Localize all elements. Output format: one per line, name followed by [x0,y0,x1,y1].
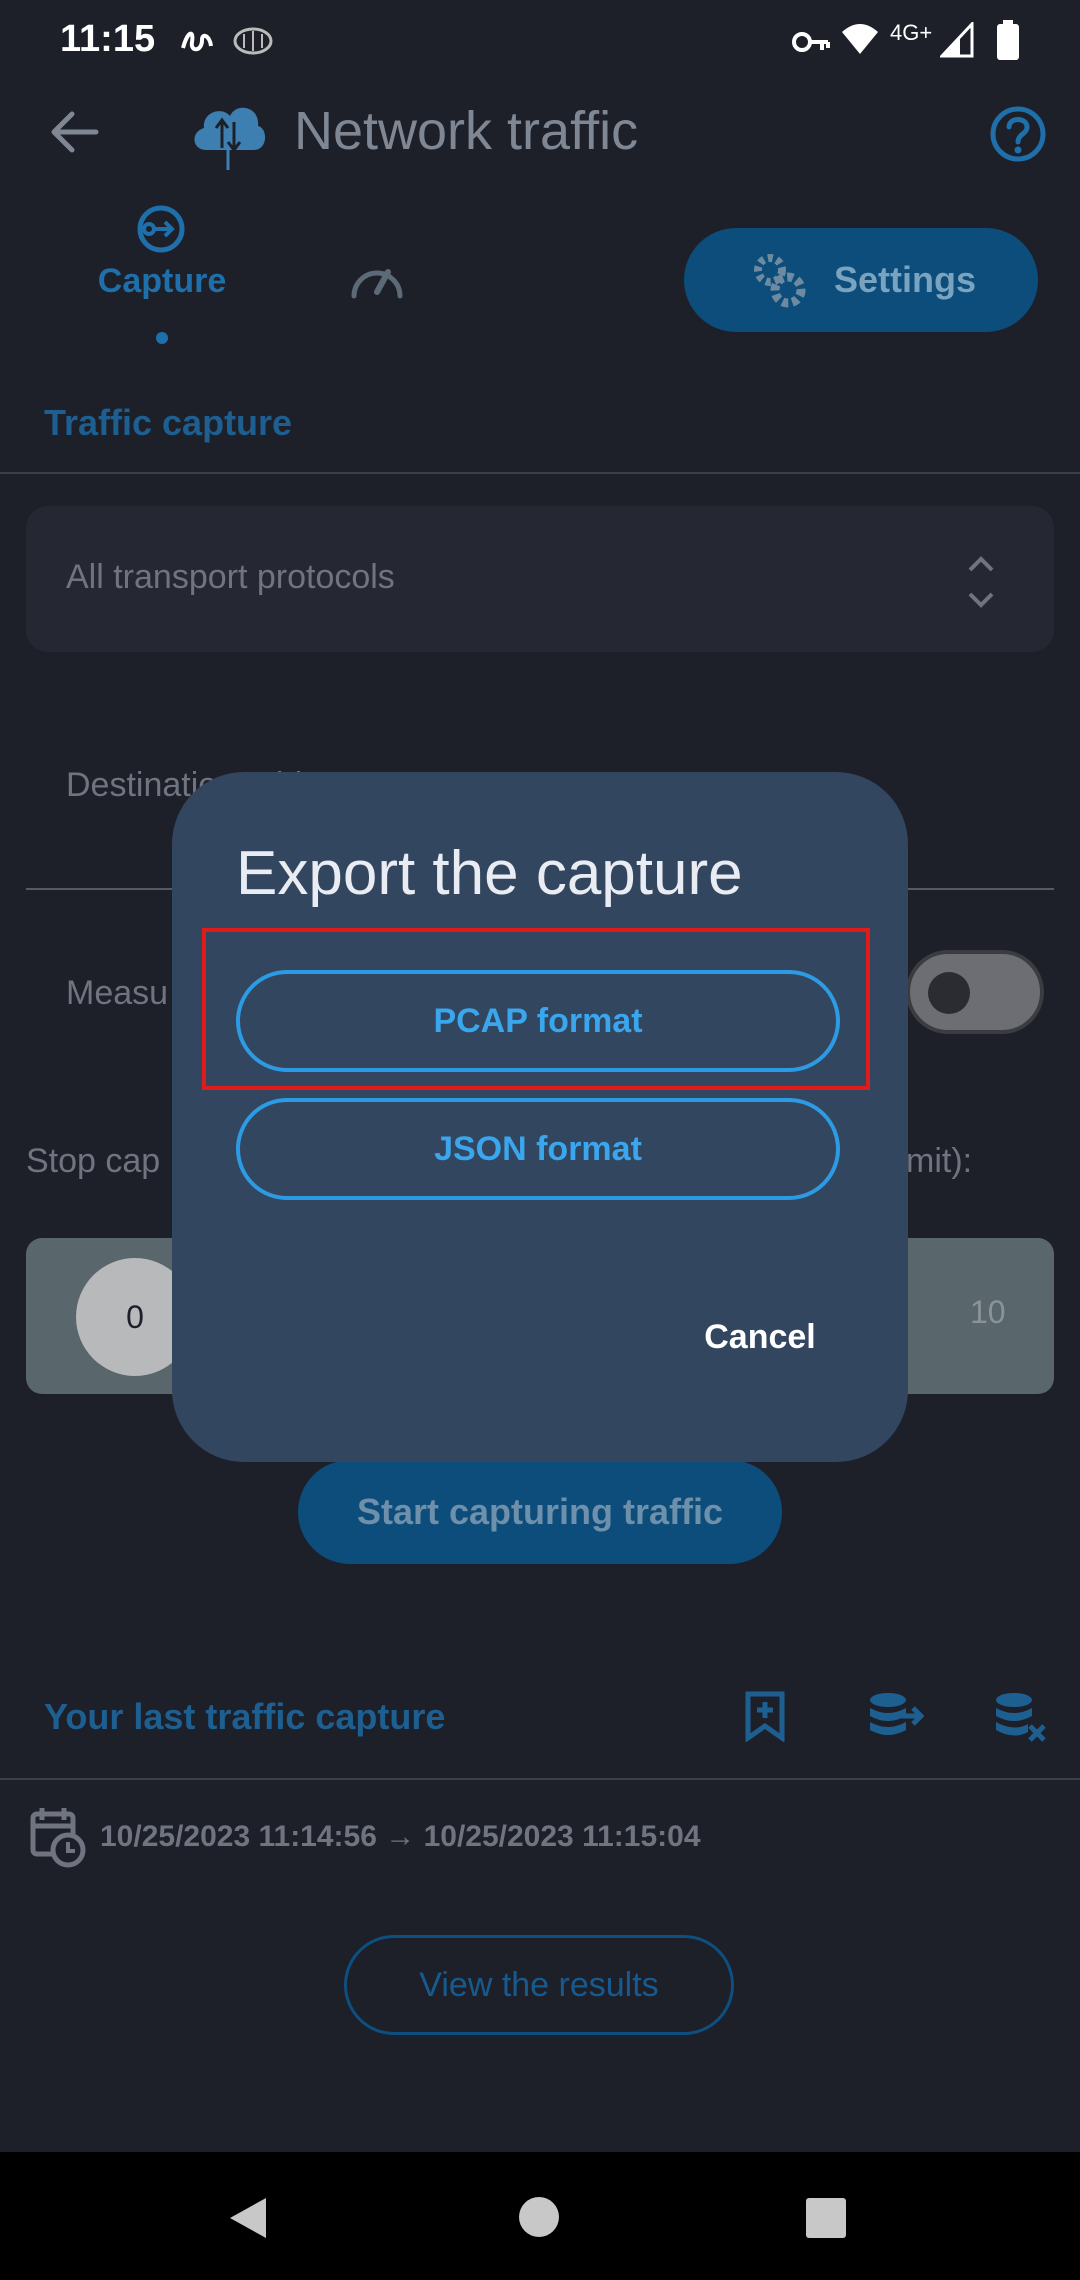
tab-indicator [156,332,168,344]
brain-icon [233,27,273,55]
network-type: 4G+ [890,20,933,45]
json-format-button[interactable]: JSON format [236,1098,840,1200]
stop-capture-label: Stop cap [26,1142,161,1180]
back-arrow-icon[interactable] [46,108,102,156]
nav-back-icon[interactable] [228,2196,268,2240]
tab-speed[interactable] [346,252,408,304]
cloud-network-icon [194,107,266,170]
nav-recents-icon[interactable] [806,2198,846,2238]
database-export-icon[interactable] [868,1690,924,1740]
section-title-last-capture: Your last traffic capture [44,1696,446,1737]
section-title-traffic-capture: Traffic capture [44,402,293,443]
cell-signal-icon [940,22,974,58]
help-icon[interactable] [988,104,1048,164]
cancel-button[interactable]: Cancel [680,1302,840,1372]
unfold-icon [968,556,994,608]
stop-capture-label-end: mit): [906,1142,973,1180]
section-divider-2 [0,1778,1080,1780]
settings-button-label: Settings [834,259,977,300]
settings-button[interactable]: Settings [684,228,1038,332]
battery-icon [997,20,1019,60]
database-remove-icon[interactable] [994,1690,1046,1742]
status-bar: 11:15 4G+ [0,0,1080,80]
vpn-key-icon [792,32,830,52]
protocol-select[interactable]: All transport protocols [26,506,1054,652]
protocol-select-value: All transport protocols [66,558,395,596]
speedometer-icon [351,269,403,299]
dialog-title: Export the capture [236,839,743,908]
last-capture-range: 10/25/2023 11:14:56 → 10/25/2023 11:15:0… [100,1820,701,1853]
highlight-box [202,928,870,1090]
wifi-icon [842,24,878,54]
section-divider [0,472,1080,474]
bookmark-add-icon[interactable] [744,1690,786,1742]
capture-icon [137,205,185,253]
notification-icon [181,31,213,52]
tab-capture[interactable]: Capture [80,200,244,350]
system-navigation-bar [0,2152,1080,2280]
view-results-button[interactable]: View the results [344,1935,734,2035]
measure-toggle[interactable] [906,950,1044,1034]
status-time: 11:15 [60,18,156,60]
start-capture-button[interactable]: Start capturing traffic [298,1460,782,1564]
toggle-thumb [928,972,970,1014]
page-title: Network traffic [294,101,639,161]
gears-icon [754,254,806,308]
tab-capture-label: Capture [97,262,227,300]
nav-home-icon[interactable] [518,2196,560,2238]
slider-max-label: 10 [970,1294,1006,1330]
measure-label: Measu [66,974,169,1012]
calendar-clock-icon [30,1808,86,1868]
